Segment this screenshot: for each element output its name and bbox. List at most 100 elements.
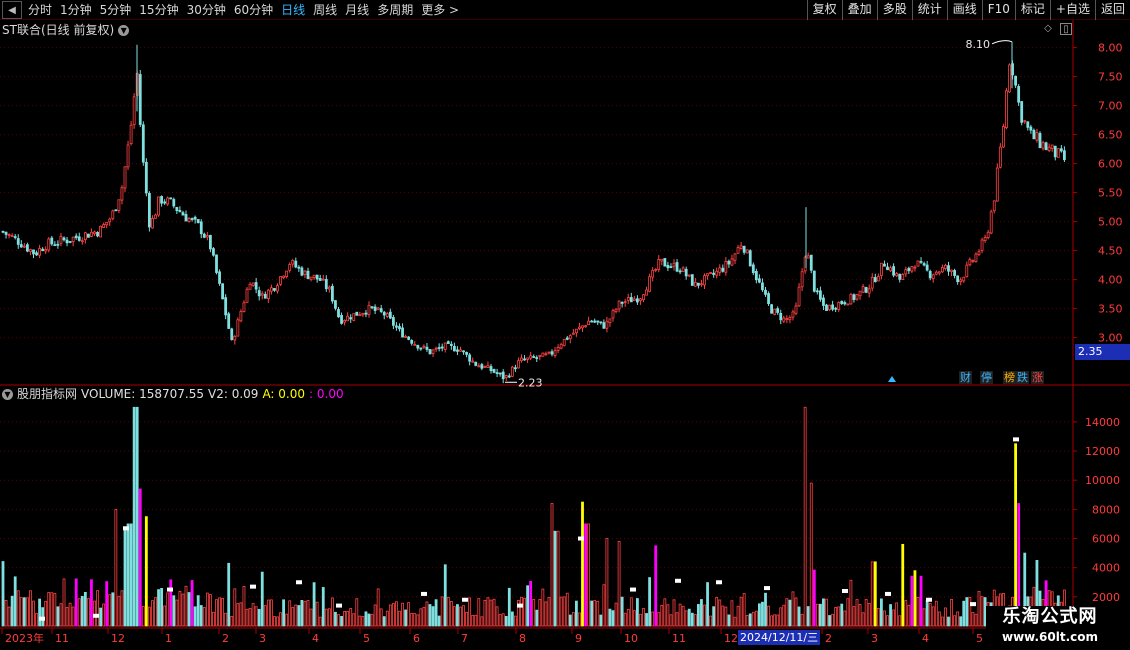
volume-tick-label-4: 6000: [1092, 533, 1120, 546]
x-tick-label-14: 12: [724, 632, 738, 645]
current-price-tag: 2.35: [1075, 344, 1130, 360]
candle-body-130: [398, 326, 401, 330]
volume-bar-55: [169, 579, 173, 627]
candle-body-84: [257, 290, 261, 297]
volume-bar-316: [965, 597, 969, 627]
candle-body-260: [794, 305, 798, 314]
candle-body-2: [7, 234, 11, 236]
candle-body-255: [779, 312, 783, 321]
candle-body-288: [880, 262, 883, 276]
candle-body-229: [700, 283, 703, 286]
volume-bar-304: [928, 603, 932, 627]
candle-body-4: [13, 236, 17, 239]
candle-body-298: [910, 266, 914, 272]
badge-0[interactable]: 财: [959, 371, 972, 384]
x-tick-label-2: 12: [111, 632, 125, 645]
badge-3[interactable]: 跌: [1016, 371, 1029, 384]
volume-bar-261: [797, 606, 801, 627]
candle-body-204: [623, 301, 627, 303]
badge-2[interactable]: 榜: [1003, 371, 1016, 384]
volume-bar-83: [254, 606, 258, 627]
volume-bar-20: [62, 578, 66, 627]
candle-body-40: [123, 166, 127, 189]
candle-body-242: [739, 245, 743, 249]
volume-bar-157: [480, 616, 484, 627]
candle-body-309: [944, 264, 947, 269]
volume-bar-300: [916, 597, 920, 627]
candle-body-190: [581, 325, 584, 329]
volume-marker-5: [296, 580, 302, 585]
candle-body-127: [388, 311, 392, 319]
candle-body-272: [831, 304, 834, 310]
volume-bar-209: [639, 613, 642, 627]
candle-body-76: [233, 336, 237, 341]
candle-body-219: [669, 266, 673, 269]
candle-body-37: [114, 209, 118, 212]
candle-body-208: [636, 298, 639, 303]
volume-bar-85: [260, 571, 264, 627]
candle-body-86: [263, 293, 267, 299]
candle-body-98: [300, 267, 304, 276]
max-price-label: 8.10: [966, 38, 991, 51]
volume-bar-303: [925, 600, 929, 627]
candle-body-24: [74, 235, 78, 239]
volume-bar-332: [1014, 443, 1017, 627]
badge-4[interactable]: 涨: [1031, 371, 1044, 384]
candle-body-155: [474, 361, 478, 366]
volume-bar-97: [297, 605, 301, 627]
candle-body-338: [1032, 129, 1036, 140]
volume-bar-310: [947, 616, 950, 627]
volume-bar-202: [617, 541, 621, 627]
candle-body-100: [306, 270, 310, 280]
volume-bar-239: [730, 600, 734, 627]
candle-body-209: [639, 298, 642, 302]
volume-bar-295: [901, 543, 905, 627]
volume-bar-228: [697, 604, 700, 627]
x-tick-label-6: 4: [312, 632, 319, 645]
candle-body-266: [812, 270, 816, 292]
candle-body-119: [364, 312, 368, 315]
volume-bar-126: [385, 610, 389, 627]
candle-body-22: [68, 241, 72, 243]
candle-body-318: [971, 260, 975, 262]
volume-bar-17: [53, 593, 57, 627]
candle-body-343: [1047, 146, 1051, 151]
volume-bar-188: [575, 600, 578, 627]
volume-tick-label-2: 10000: [1085, 474, 1120, 487]
candle-body-200: [611, 310, 615, 319]
badge-1[interactable]: 停: [980, 371, 993, 384]
candle-body-121: [370, 306, 374, 309]
volume-bar-259: [791, 591, 795, 627]
candle-body-1: [4, 231, 8, 235]
watermark-title: 乐淘公式网: [1002, 606, 1098, 627]
volume-bar-175: [535, 609, 539, 627]
candle-body-173: [529, 355, 533, 359]
volume-bar-40: [123, 526, 127, 627]
candle-body-114: [349, 317, 353, 320]
candle-body-261: [797, 286, 801, 307]
volume-bar-305: [931, 606, 935, 627]
volume-bar-278: [849, 579, 853, 627]
candle-body-314: [959, 279, 963, 282]
selected-date-box: 2024/12/11/三: [738, 630, 821, 645]
candle-body-177: [541, 352, 545, 357]
candle-body-228: [697, 282, 700, 286]
volume-bar-58: [178, 590, 182, 627]
candle-body-214: [654, 268, 658, 271]
x-tick-label-9: 7: [461, 632, 468, 645]
volume-bar-297: [907, 604, 911, 627]
volume-bar-280: [855, 599, 859, 627]
candle-body-274: [837, 302, 841, 310]
candle-body-71: [218, 271, 221, 284]
volume-bar-299: [913, 570, 917, 627]
stock-chart[interactable]: 8.00 7.50 7.00 6.50 6.00 5.50 5.00 4.50 4.00 3.50…: [0, 0, 1130, 650]
candle-body-294: [898, 273, 902, 280]
volume-bar-315: [962, 600, 966, 627]
volume-bar-31: [96, 590, 99, 627]
volume-bar-207: [632, 610, 636, 627]
candle-body-335: [1023, 120, 1027, 123]
volume-bar-122: [373, 604, 377, 627]
candle-body-334: [1020, 101, 1024, 123]
volume-bar-23: [71, 606, 75, 627]
candle-body-82: [251, 282, 255, 286]
